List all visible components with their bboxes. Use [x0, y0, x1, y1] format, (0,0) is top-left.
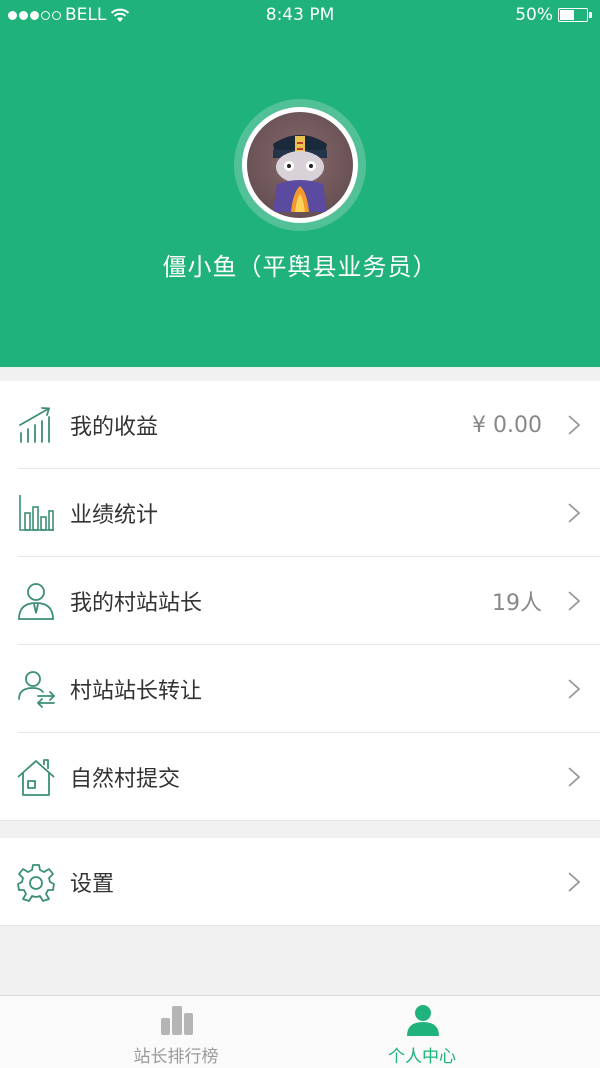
chevron-right-icon — [568, 679, 581, 699]
earnings-amount: ¥ 0.00 — [472, 412, 542, 438]
menu-label: 设置 — [70, 872, 115, 897]
person-tie-icon — [18, 583, 54, 620]
status-bar: BELL 8:43 PM 50% — [0, 0, 600, 30]
battery-percent: 50% — [515, 5, 553, 25]
tab-bar: 站长排行榜 个人中心 — [0, 995, 600, 1068]
profile-header: BELL 8:43 PM 50% 僵小鱼（平舆县业务员） — [0, 0, 600, 367]
avatar-image — [273, 135, 327, 212]
user-name: 僵小鱼（平舆县业务员） — [162, 253, 438, 281]
menu-item-station-managers[interactable]: 我的村站站长 19人 — [0, 557, 600, 645]
person-icon — [407, 1005, 439, 1036]
chevron-right-icon — [568, 503, 581, 523]
tab-label: 个人中心 — [388, 1047, 456, 1067]
menu-label: 业绩统计 — [70, 503, 159, 528]
ranking-icon — [161, 1006, 193, 1035]
chevron-right-icon — [568, 872, 581, 892]
avatar[interactable] — [247, 112, 353, 218]
avatar-frame[interactable] — [234, 99, 366, 231]
gear-icon — [17, 864, 55, 902]
house-icon — [17, 759, 55, 796]
menu-item-earnings[interactable]: 我的收益 ¥ 0.00 — [0, 381, 600, 469]
manager-count: 19人 — [492, 591, 542, 616]
menu-label: 我的村站站长 — [70, 591, 203, 616]
settings-group: 设置 — [0, 838, 600, 926]
chevron-right-icon — [568, 767, 581, 787]
growth-chart-icon — [19, 407, 51, 443]
menu-label: 自然村提交 — [70, 767, 181, 792]
person-transfer-icon — [18, 671, 56, 708]
menu-label: 村站站长转让 — [70, 679, 203, 704]
bar-stats-icon — [19, 495, 54, 531]
menu-item-village-submit[interactable]: 自然村提交 — [0, 733, 600, 821]
tab-profile[interactable]: 个人中心 — [272, 996, 572, 1068]
menu-item-station-transfer[interactable]: 村站站长转让 — [0, 645, 600, 733]
clock: 8:43 PM — [265, 5, 335, 25]
menu-item-settings[interactable]: 设置 — [0, 838, 600, 926]
battery-icon — [558, 8, 592, 22]
menu-label: 我的收益 — [70, 415, 159, 440]
menu-group: 我的收益 ¥ 0.00 业绩统计 我的村站站长 19人 村站站长转让 自然村提交 — [0, 381, 600, 821]
chevron-right-icon — [568, 415, 581, 435]
menu-item-performance[interactable]: 业绩统计 — [0, 469, 600, 557]
chevron-right-icon — [568, 591, 581, 611]
